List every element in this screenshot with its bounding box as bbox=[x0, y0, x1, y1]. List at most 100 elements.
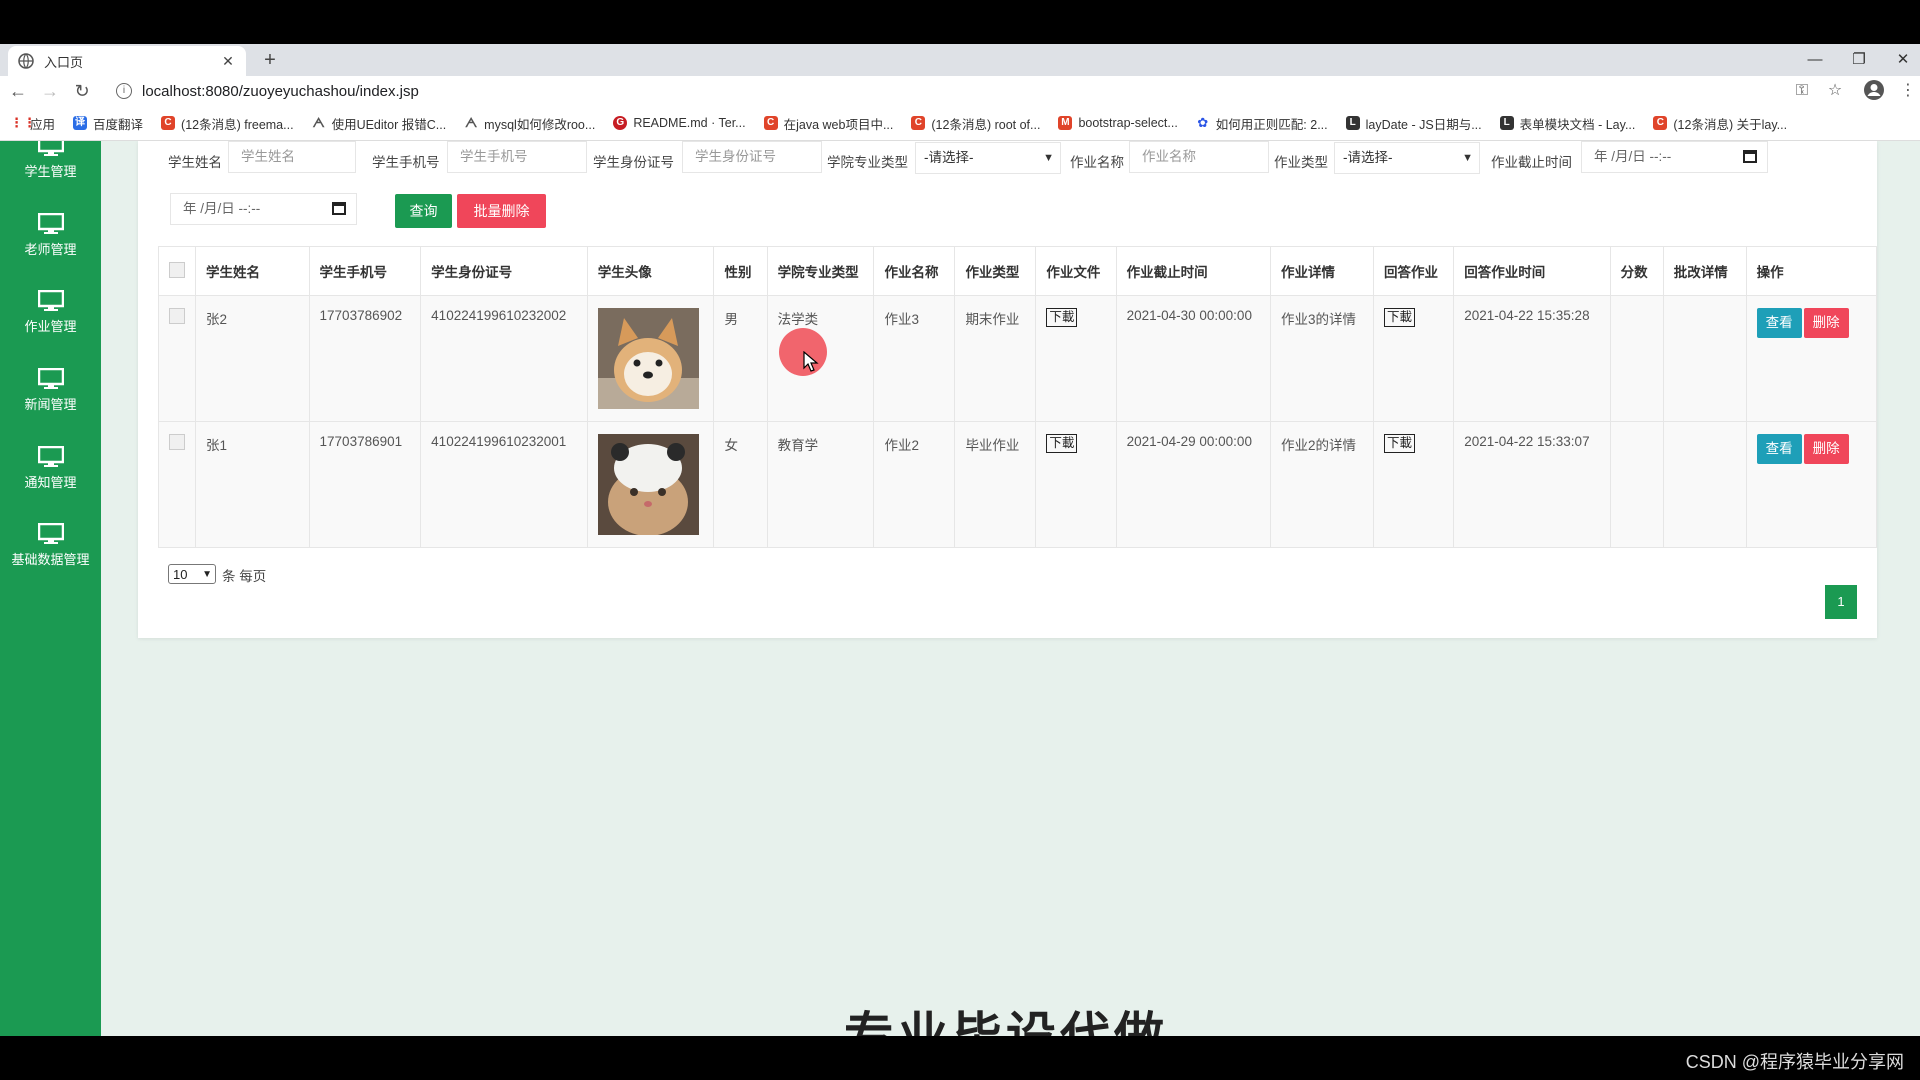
major-type-selected: -请选择- bbox=[924, 150, 974, 165]
bookmark-item[interactable]: C (12条消息) root of... bbox=[911, 114, 1040, 133]
header-select-all[interactable] bbox=[158, 246, 196, 296]
cell-answer-time: 2021-04-22 15:33:07 bbox=[1453, 421, 1611, 548]
deadline-start-input[interactable]: 年 /月/日 --:-- bbox=[1581, 141, 1768, 173]
table-header: 作业类型 bbox=[954, 246, 1037, 296]
download-button[interactable]: 下載 bbox=[1046, 434, 1078, 453]
restore-button[interactable]: ❐ bbox=[1836, 44, 1882, 76]
layui-icon: L bbox=[1345, 116, 1360, 130]
cell-name: 张1 bbox=[195, 421, 310, 548]
forward-arrow-icon[interactable]: → bbox=[38, 79, 62, 103]
sidebar-item-homework[interactable]: 作业管理 bbox=[0, 284, 101, 350]
watermark-text: CSDN @程序猿毕业分享网 bbox=[1685, 1052, 1904, 1072]
bookmark-item[interactable]: ᗅ mysql如何修改roo... bbox=[464, 114, 595, 133]
browser-tab-strip: 入口页 ✕ + — ❐ ✕ bbox=[0, 44, 1920, 76]
calendar-icon[interactable] bbox=[1743, 150, 1757, 163]
filter-label-deadline: 作业截止时间 bbox=[1491, 155, 1572, 170]
table-row: 张2 17703786902 410224199610232002 男 法学类 … bbox=[158, 295, 1878, 422]
homework-type-select[interactable]: -请选择- ▼ bbox=[1334, 142, 1480, 174]
student-id-card-input[interactable]: 学生身份证号 bbox=[682, 141, 822, 173]
bookmark-item[interactable]: C (12条消息) 关于lay... bbox=[1653, 114, 1787, 133]
profile-avatar-icon[interactable] bbox=[1862, 79, 1886, 103]
chevron-down-icon: ▼ bbox=[1462, 152, 1473, 164]
view-button[interactable]: 查看 bbox=[1756, 434, 1802, 464]
calendar-icon[interactable] bbox=[332, 202, 346, 215]
star-icon[interactable]: ☆ bbox=[1823, 79, 1847, 103]
homework-type-selected: -请选择- bbox=[1343, 150, 1393, 165]
deadline-end-input[interactable]: 年 /月/日 --:-- bbox=[170, 193, 357, 225]
download-button[interactable]: 下載 bbox=[1046, 308, 1078, 327]
sidebar-item-news[interactable]: 新闻管理 bbox=[0, 362, 101, 428]
table-row: 张1 17703786901 410224199610232001 女 教育学 … bbox=[158, 421, 1878, 548]
bookmark-item[interactable]: M bootstrap-select... bbox=[1058, 116, 1178, 130]
row-checkbox[interactable] bbox=[169, 434, 185, 450]
sidebar-item-students[interactable]: 学生管理 bbox=[0, 141, 101, 195]
csdn-icon: C bbox=[161, 116, 176, 130]
bookmark-label: (12条消息) 关于lay... bbox=[1673, 117, 1788, 132]
browser-tab[interactable]: 入口页 ✕ bbox=[8, 46, 246, 76]
cell-avatar bbox=[586, 421, 715, 548]
table-header: 分数 bbox=[1609, 246, 1664, 296]
row-checkbox[interactable] bbox=[169, 308, 185, 324]
tab-close-icon[interactable]: ✕ bbox=[218, 53, 238, 70]
window-close-button[interactable]: ✕ bbox=[1880, 44, 1920, 76]
page-size-select[interactable]: 10 ▼ bbox=[168, 564, 216, 584]
sidebar-item-notices[interactable]: 通知管理 bbox=[0, 440, 101, 506]
screen-bottom-letterbox bbox=[0, 1036, 1920, 1080]
cell-phone: 17703786902 bbox=[308, 295, 422, 422]
page-size-value: 10 bbox=[173, 567, 188, 582]
sidebar: 学生管理 老师管理 作业管理 新闻管理 通知管理 基础数据管理 bbox=[0, 141, 101, 1036]
mouse-cursor-icon bbox=[803, 351, 819, 372]
bookmark-label: bootstrap-select... bbox=[1078, 116, 1178, 130]
kebab-menu-icon[interactable]: ⋮ bbox=[1896, 79, 1920, 103]
select-all-checkbox[interactable] bbox=[169, 261, 185, 278]
bookmark-item[interactable]: L layDate - JS日期与... bbox=[1345, 114, 1482, 133]
view-button[interactable]: 查看 bbox=[1756, 308, 1802, 338]
pagination-page-1[interactable]: 1 bbox=[1825, 585, 1857, 619]
student-phone-input[interactable]: 学生手机号 bbox=[447, 141, 587, 173]
homework-name-input[interactable]: 作业名称 bbox=[1129, 141, 1269, 173]
url-text: localhost:8080/zuoyeyuchashou/index.jsp bbox=[142, 82, 419, 100]
bookmark-item[interactable]: 译 百度翻译 bbox=[73, 114, 143, 133]
cell-review bbox=[1662, 421, 1747, 548]
query-button[interactable]: 查询 bbox=[395, 194, 452, 228]
major-type-select[interactable]: -请选择- ▼ bbox=[915, 142, 1061, 174]
reload-icon[interactable]: ↻ bbox=[70, 79, 94, 103]
cell-avatar bbox=[586, 295, 715, 422]
student-name-input[interactable]: 学生姓名 bbox=[228, 141, 356, 173]
table-header: 学生头像 bbox=[586, 246, 715, 296]
table-header: 回答作业时间 bbox=[1453, 246, 1611, 296]
sidebar-item-label: 学生管理 bbox=[24, 164, 77, 179]
table-header: 学生姓名 bbox=[195, 246, 310, 296]
key-icon[interactable]: ⚿ bbox=[1790, 79, 1814, 103]
bookmark-item[interactable]: L 表单模块文档 - Lay... bbox=[1499, 114, 1635, 133]
sidebar-item-teachers[interactable]: 老师管理 bbox=[0, 207, 101, 273]
batch-delete-button[interactable]: 批量删除 bbox=[457, 194, 546, 228]
cell-id-card: 410224199610232001 bbox=[420, 421, 588, 548]
download-button[interactable]: 下載 bbox=[1384, 434, 1416, 453]
sidebar-item-basic-data[interactable]: 基础数据管理 bbox=[0, 517, 101, 583]
bookmark-item[interactable]: ᗅ 使用UEditor 报错C... bbox=[312, 114, 446, 133]
minimize-button[interactable]: — bbox=[1792, 44, 1838, 76]
download-button[interactable]: 下載 bbox=[1384, 308, 1416, 327]
new-tab-button[interactable]: + bbox=[258, 48, 282, 72]
delete-button[interactable]: 删除 bbox=[1803, 308, 1849, 338]
bookmark-item[interactable]: ✿ 如何用正则匹配: 2... bbox=[1196, 114, 1327, 133]
delete-button[interactable]: 删除 bbox=[1803, 434, 1849, 464]
filter-label-student-name: 学生姓名 bbox=[168, 155, 222, 170]
cell-actions: 查看 删除 bbox=[1745, 295, 1878, 422]
cell-actions: 查看 删除 bbox=[1745, 421, 1878, 548]
address-bar[interactable]: i localhost:8080/zuoyeyuchashou/index.js… bbox=[108, 78, 1838, 104]
cell-score bbox=[1609, 421, 1664, 548]
monitor-icon bbox=[37, 290, 64, 311]
site-info-icon[interactable]: i bbox=[116, 83, 132, 99]
bookmark-label: (12条消息) root of... bbox=[931, 117, 1041, 132]
bookmark-item[interactable]: G README.md · Ter... bbox=[613, 116, 746, 130]
bookmark-item[interactable]: C (12条消息) freema... bbox=[161, 114, 294, 133]
bookmark-item[interactable]: C 在java web项目中... bbox=[763, 114, 893, 133]
back-arrow-icon[interactable]: ← bbox=[6, 79, 30, 103]
table-header: 性别 bbox=[713, 246, 768, 296]
bookmark-item[interactable]: ⋮⋮ 应用 bbox=[10, 114, 55, 133]
table-header: 作业截止时间 bbox=[1115, 246, 1272, 296]
browser-toolbar: ← → ↻ i localhost:8080/zuoyeyuchashou/in… bbox=[0, 76, 1920, 106]
filter-label-homework-type: 作业类型 bbox=[1274, 155, 1328, 170]
